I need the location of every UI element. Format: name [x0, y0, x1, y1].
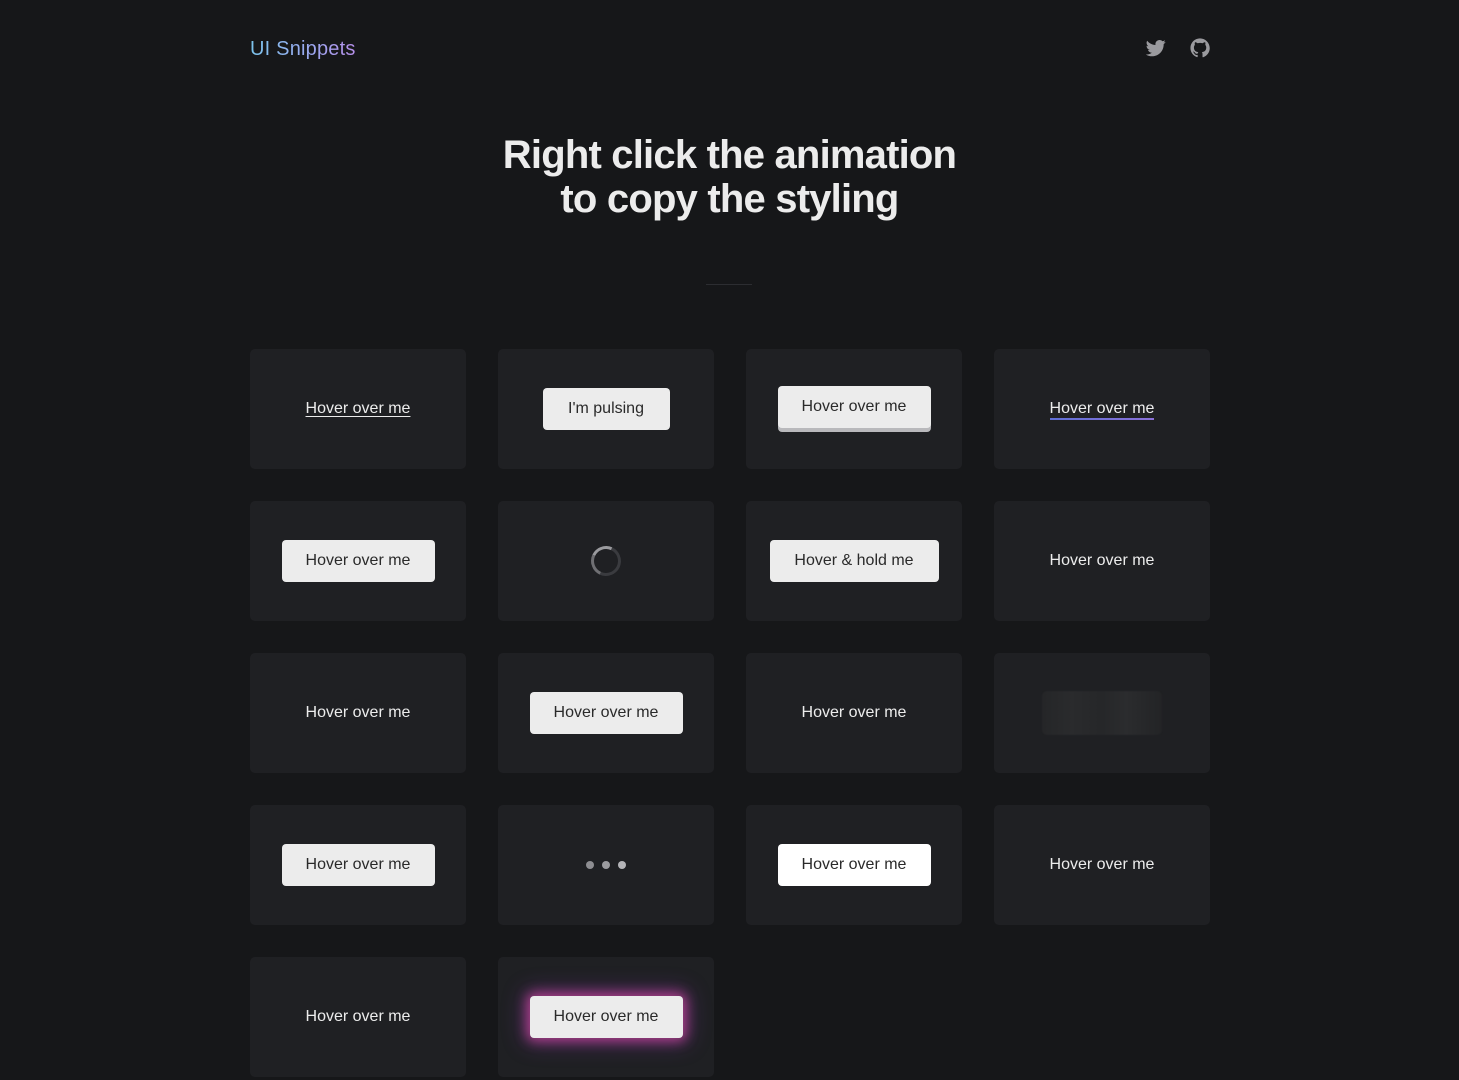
snippet-card: Hover over me: [250, 957, 466, 1077]
hover-button[interactable]: Hover over me: [777, 844, 931, 886]
snippet-card: [498, 805, 714, 925]
divider: [706, 284, 752, 285]
site-logo[interactable]: UI Snippets: [250, 38, 356, 61]
snippet-card: Hover over me: [250, 805, 466, 925]
title-line-2: to copy the styling: [560, 177, 899, 221]
snippet-card: [994, 653, 1210, 773]
twitter-icon[interactable]: [1146, 38, 1166, 58]
snippet-card: Hover over me: [250, 653, 466, 773]
snippet-card: Hover over me: [994, 349, 1210, 469]
glow-button[interactable]: Hover over me: [529, 996, 683, 1038]
hover-text[interactable]: Hover over me: [306, 704, 411, 722]
snippet-grid: Hover over me I'm pulsing Hover over me …: [250, 349, 1210, 1077]
snippet-card: Hover over me: [498, 957, 714, 1077]
loader-dot: [618, 861, 626, 869]
pulsing-button[interactable]: I'm pulsing: [542, 388, 670, 430]
hover-button[interactable]: Hover over me: [281, 844, 435, 886]
raised-button[interactable]: Hover over me: [777, 386, 931, 428]
hover-button[interactable]: Hover over me: [281, 540, 435, 582]
hover-button[interactable]: Hover over me: [529, 692, 683, 734]
snippet-card: Hover over me: [498, 653, 714, 773]
hover-text[interactable]: Hover over me: [802, 704, 907, 722]
social-links: [1146, 38, 1210, 58]
gradient-underline-link[interactable]: Hover over me: [1049, 400, 1154, 420]
snippet-card: Hover over me: [250, 501, 466, 621]
snippet-card: Hover over me: [746, 653, 962, 773]
hover-text[interactable]: Hover over me: [1050, 856, 1155, 874]
hover-text[interactable]: Hover over me: [1050, 552, 1155, 570]
skeleton-loader: [1042, 691, 1162, 735]
hold-button[interactable]: Hover & hold me: [769, 540, 939, 582]
title-line-1: Right click the animation: [502, 133, 957, 177]
snippet-card: Hover over me: [994, 501, 1210, 621]
site-header: UI Snippets: [250, 36, 1210, 66]
snippet-card: Hover & hold me: [746, 501, 962, 621]
underline-link[interactable]: Hover over me: [306, 400, 411, 418]
snippet-card: Hover over me: [994, 805, 1210, 925]
loading-spinner: [586, 541, 626, 581]
page-title: Right click the animation to copy the st…: [0, 133, 1459, 221]
github-icon[interactable]: [1190, 38, 1210, 58]
dots-loader: [586, 861, 626, 869]
snippet-card: [498, 501, 714, 621]
loader-dot: [586, 861, 594, 869]
loader-dot: [602, 861, 610, 869]
snippet-card: I'm pulsing: [498, 349, 714, 469]
hover-text[interactable]: Hover over me: [306, 1008, 411, 1026]
snippet-card: Hover over me: [746, 349, 962, 469]
snippet-card: Hover over me: [250, 349, 466, 469]
snippet-card: Hover over me: [746, 805, 962, 925]
